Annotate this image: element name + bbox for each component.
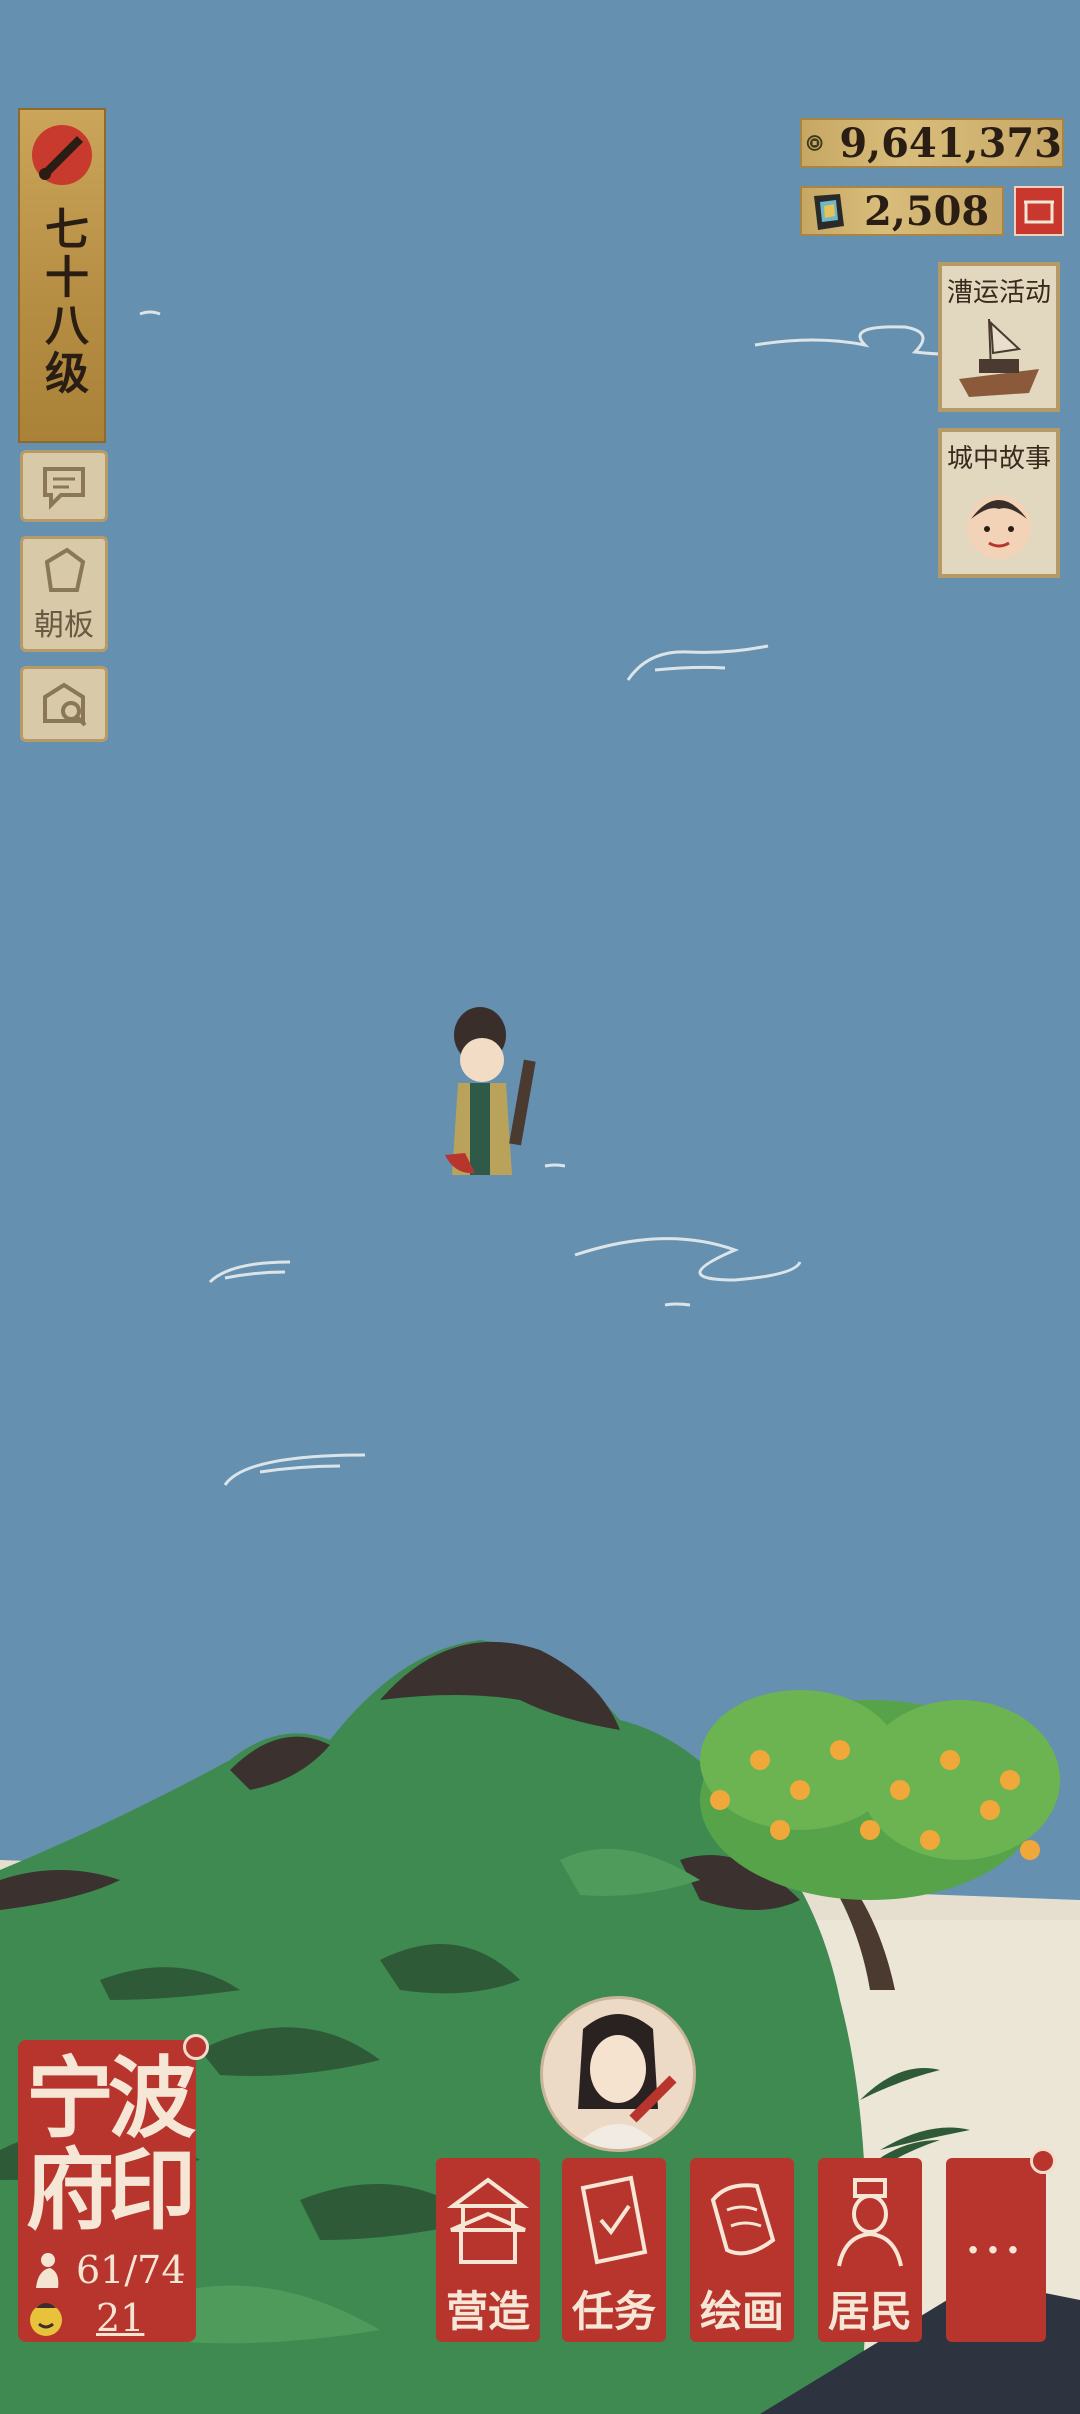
nav-build-button[interactable]: 营造 xyxy=(436,2158,540,2342)
event-canal-transport[interactable]: 漕运活动 xyxy=(938,262,1060,412)
population-count: 61/74 xyxy=(76,2248,186,2292)
event-title: 城中故事 xyxy=(946,444,1051,474)
shop-icon[interactable] xyxy=(1014,186,1064,236)
chat-icon xyxy=(43,467,85,510)
child-face-icon xyxy=(967,495,1031,559)
brush-icon xyxy=(32,125,92,185)
more-label: ··· xyxy=(966,2226,1026,2274)
population-icon xyxy=(36,2253,59,2288)
coin-amount: 9,641,373 xyxy=(839,119,1062,167)
nav-tasks-button[interactable]: 任务 xyxy=(562,2158,666,2342)
nav-paint-label: 绘画 xyxy=(699,2287,784,2336)
happiness-icon xyxy=(30,2303,62,2336)
board-icon xyxy=(44,547,86,592)
boat-icon xyxy=(959,318,1039,397)
event-title: 漕运活动 xyxy=(946,278,1051,308)
notification-dot xyxy=(183,2034,209,2060)
population-row: 61/74 xyxy=(26,2248,186,2292)
event-city-story[interactable]: 城中故事 xyxy=(938,428,1060,578)
happiness-value: 21 xyxy=(96,2296,145,2340)
market-search-icon xyxy=(43,682,87,727)
city-name: 宁波府印 xyxy=(25,2046,196,2242)
coin-icon xyxy=(806,135,823,151)
jade-counter[interactable]: 2,508 xyxy=(800,186,1004,236)
more-notification-dot xyxy=(1030,2148,1056,2174)
level-banner[interactable]: 七十八级 xyxy=(18,108,106,443)
chat-button[interactable] xyxy=(20,450,108,522)
resident-icon xyxy=(837,2178,903,2267)
jade-amount: 2,508 xyxy=(864,187,990,235)
nav-residents-button[interactable]: 居民 xyxy=(818,2158,922,2342)
board-button[interactable]: 朝板 xyxy=(20,536,108,652)
nav-more-button[interactable]: ··· xyxy=(946,2158,1046,2342)
build-icon xyxy=(446,2177,530,2264)
player-level: 七十八级 xyxy=(37,206,88,398)
nav-tasks-label: 任务 xyxy=(571,2287,656,2336)
market-search-button[interactable] xyxy=(20,666,108,742)
jade-icon xyxy=(814,194,844,230)
happiness-row: 21 xyxy=(26,2296,144,2340)
advisor-face xyxy=(573,2014,677,2149)
advisor-portrait[interactable] xyxy=(540,1996,696,2152)
nav-build-label: 营造 xyxy=(445,2287,530,2336)
task-icon xyxy=(580,2175,648,2265)
nav-paint-button[interactable]: 绘画 xyxy=(690,2158,794,2342)
paint-icon xyxy=(710,2183,776,2256)
city-seal-panel[interactable]: 宁波府印 61/74 21 xyxy=(18,2040,196,2342)
board-label: 朝板 xyxy=(34,608,94,643)
nav-residents-label: 居民 xyxy=(827,2287,912,2336)
coin-counter[interactable]: 9,641,373 xyxy=(800,118,1064,168)
